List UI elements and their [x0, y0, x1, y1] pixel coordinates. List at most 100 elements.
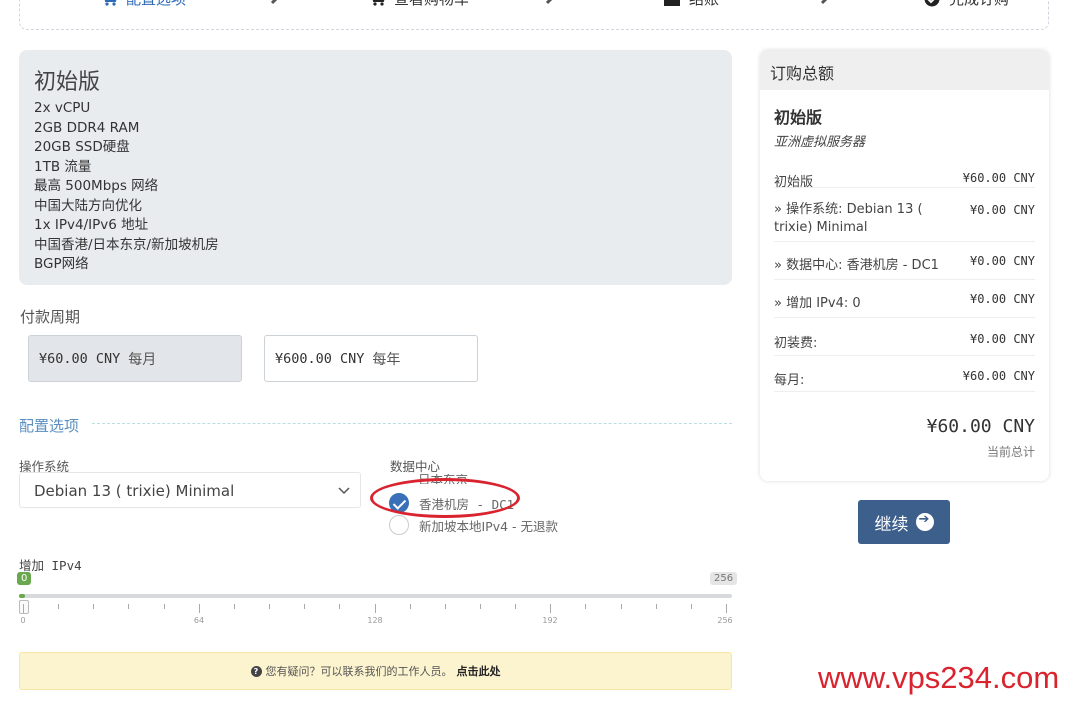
feature-item: 1TB 流量: [34, 158, 92, 175]
slider-tick: [339, 604, 341, 609]
radio-unchecked-icon[interactable]: [389, 515, 409, 535]
slider-tick: [550, 604, 552, 613]
line-label: » 数据中心: 香港机房 - DC1: [774, 258, 939, 273]
line-amount: ¥0.00 CNY: [969, 254, 1035, 268]
slider-tick: [93, 604, 95, 609]
radio-label: 新加坡本地IPv4 - 无退款: [419, 518, 559, 534]
feature-item: 2x vCPU: [34, 100, 91, 116]
summary-line: 每月: ¥60.00 CNY: [774, 356, 1035, 392]
datacenter-label: 数据中心: [390, 459, 441, 474]
summary-line: » 操作系统: Debian 13 ( trixie) Minimal ¥0.0…: [774, 188, 1035, 242]
cash-register-icon: [664, 0, 680, 6]
billing-option-monthly[interactable]: ¥60.00 CNY 每月: [28, 335, 242, 382]
slider-tick: [690, 604, 692, 609]
slider-tick: [585, 604, 587, 609]
slider-tick: [23, 604, 24, 613]
slider-tick: [620, 604, 622, 609]
tick-label: 64: [193, 616, 205, 625]
question-circle-icon: ?: [250, 665, 262, 677]
continue-label: 继续: [874, 514, 909, 535]
slider-tick: [304, 604, 306, 609]
slider-tick: [479, 604, 481, 609]
help-banner: ? 您有疑问？可以联系我们的工作人员。 点击此处: [19, 652, 732, 690]
arrow-right-icon: [545, 0, 553, 5]
billing-cycle-title: 付款周期: [20, 308, 81, 326]
slider-tick: [233, 604, 235, 609]
product-title: 初始版: [34, 70, 101, 95]
slider-tick: [726, 604, 727, 613]
feature-item: 1x IPv4/IPv6 地址: [34, 217, 149, 233]
slider-tick: [269, 604, 271, 609]
step-label: 配置选项: [126, 0, 186, 9]
summary-product-group: 亚洲虚拟服务器: [774, 135, 866, 150]
billing-option-annually[interactable]: ¥600.00 CNY 每年: [264, 335, 478, 382]
slider-tick: [515, 604, 517, 609]
billing-price: ¥60.00 CNY: [39, 350, 121, 367]
summary-line: » 数据中心: 香港机房 - DC1 ¥0.00 CNY: [774, 242, 1035, 280]
tick-label: 256: [717, 616, 733, 625]
step-view-cart: 查看购物车: [368, 0, 469, 9]
slider-tick: [444, 604, 446, 609]
slider-tick: [655, 604, 657, 609]
order-summary: 订购总额 初始版 亚洲虚拟服务器 初始版 ¥60.00 CNY » 操作系统: …: [760, 50, 1049, 481]
cart-icon: [104, 0, 117, 6]
help-text: 您有疑问？可以联系我们的工作人员。: [265, 665, 453, 678]
slider-tick: [163, 604, 165, 609]
feature-item: 20GB SSD硬盘: [34, 139, 130, 155]
arrow-right-icon: [270, 0, 278, 5]
order-summary-title: 订购总额: [760, 50, 1049, 90]
feature-item: 中国大陆方向优化: [34, 197, 142, 214]
line-amount: ¥0.00 CNY: [969, 332, 1035, 346]
continue-button[interactable]: 继续: [858, 500, 950, 544]
line-label: 每月:: [774, 373, 805, 388]
slider-max-badge: 256: [710, 572, 738, 585]
product-info-panel: 初始版 2x vCPU 2GB DDR4 RAM 20GB SSD硬盘 1TB …: [19, 50, 732, 285]
step-complete: 完成订购: [923, 0, 1009, 9]
tick-label: 128: [367, 616, 383, 625]
slider-handle[interactable]: [19, 600, 29, 614]
slider-tick: [198, 604, 200, 613]
datacenter-option-singapore[interactable]: 新加坡本地IPv4 - 无退款: [389, 515, 558, 535]
slider-track[interactable]: [19, 594, 732, 598]
feature-item: 2GB DDR4 RAM: [34, 119, 140, 136]
summary-line: 初装费: ¥0.00 CNY: [774, 318, 1035, 356]
chevron-down-icon: [338, 487, 350, 495]
tick-label: 192: [542, 616, 558, 625]
slider-value-badge: 0: [17, 572, 32, 585]
step-checkout: 结账: [663, 0, 719, 9]
line-amount: ¥0.00 CNY: [969, 292, 1035, 306]
watermark: www.vps234.com: [818, 660, 1060, 695]
help-link[interactable]: 点击此处: [457, 663, 501, 679]
summary-line: 初始版 ¥60.00 CNY: [774, 150, 1035, 190]
os-select[interactable]: Debian 13 ( trixie) Minimal: [19, 472, 361, 508]
step-label: 结账: [689, 0, 719, 9]
summary-total: ¥60.00 CNY 当前总计: [774, 416, 1035, 460]
slider-tick: [58, 604, 60, 609]
line-amount: ¥0.00 CNY: [969, 203, 1035, 217]
slider-fill: [19, 594, 25, 598]
billing-period: 每年: [372, 351, 401, 368]
line-label: 初装费:: [774, 336, 818, 351]
summary-line: » 增加 IPv4: 0 ¥0.00 CNY: [774, 280, 1035, 318]
config-options-title: 配置选项: [19, 417, 80, 435]
total-caption: 当前总计: [986, 445, 1035, 459]
line-label: » 操作系统: Debian 13 ( trixie) Minimal: [774, 202, 923, 235]
total-amount: ¥60.00 CNY: [926, 416, 1035, 437]
section-divider: [92, 423, 732, 424]
checkout-stepper: 配置选项 查看购物车 结账 完成订购: [19, 0, 1049, 30]
feature-item: BGP网络: [34, 256, 89, 272]
highlight-annotation: [370, 478, 520, 518]
check-circle-icon: [924, 0, 940, 6]
step-label: 完成订购: [949, 0, 1009, 9]
arrow-right-icon: [820, 0, 828, 5]
tick-label: 0: [20, 616, 26, 625]
line-label: » 增加 IPv4: 0: [774, 296, 861, 311]
billing-period: 每月: [128, 351, 157, 368]
slider-tick: [374, 604, 376, 613]
billing-price: ¥600.00 CNY: [275, 350, 365, 367]
cart-icon: [372, 0, 385, 6]
slider-tick: [128, 604, 130, 609]
arrow-circle-right-icon: [915, 512, 934, 531]
feature-item: 最高 500Mbps 网络: [34, 178, 159, 194]
step-configure: 配置选项: [100, 0, 186, 9]
